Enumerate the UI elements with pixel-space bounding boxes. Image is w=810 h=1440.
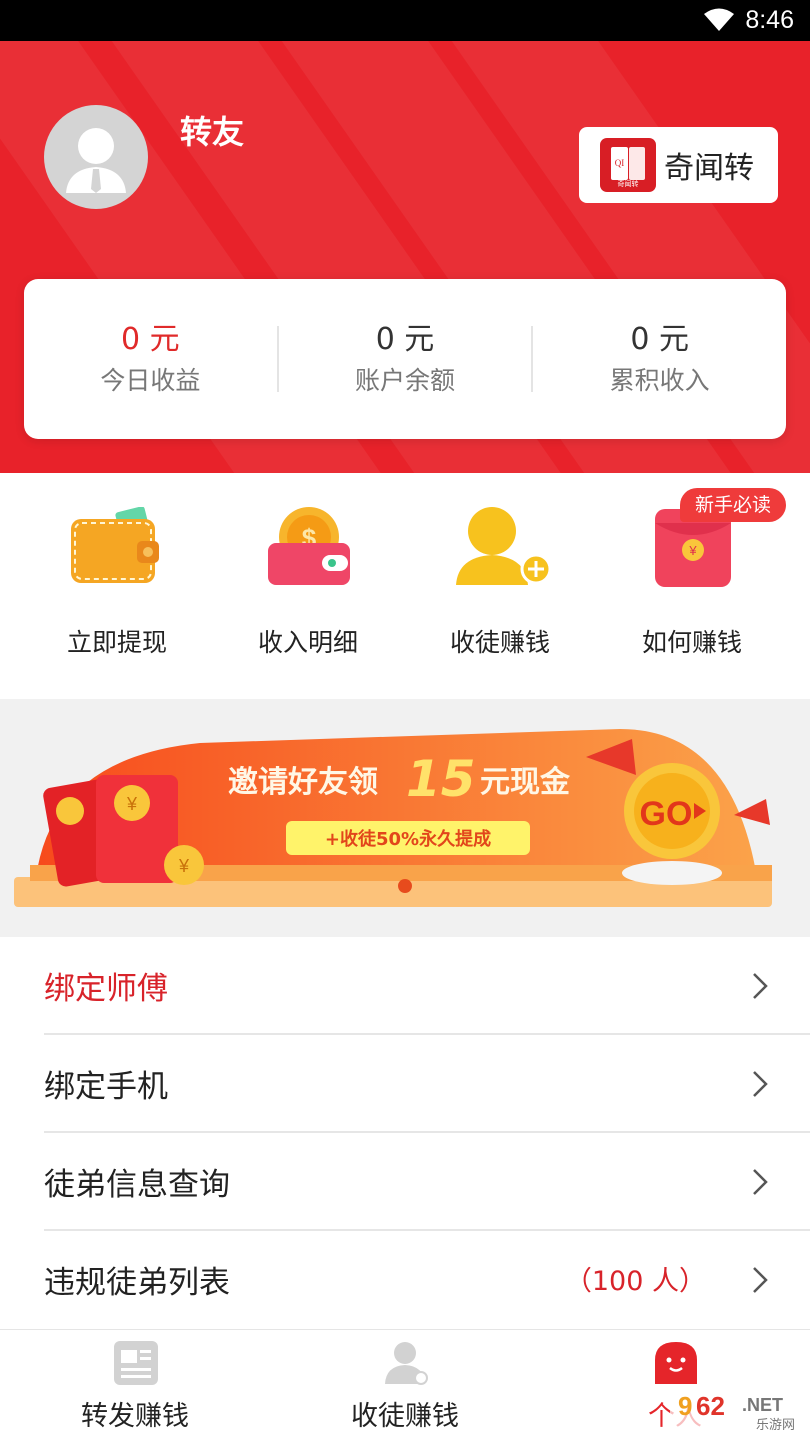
invite-promo-banner[interactable]: ¥ ¥ 邀请好友领 15 元现金 +收徒50%永久提成 GO — [0, 699, 810, 937]
news-icon — [114, 1341, 158, 1385]
svg-text:GO: GO — [640, 795, 693, 833]
watermark-logo: 9 62 .NET 乐游网 — [670, 1389, 805, 1433]
svg-text:9: 9 — [678, 1391, 692, 1421]
ghost-icon — [655, 1342, 697, 1384]
menu-bind-phone[interactable]: 绑定手机 — [0, 1035, 810, 1133]
chevron-right-icon — [753, 1071, 768, 1097]
stat-total-income[interactable]: 0 元 累积收入 — [533, 318, 786, 400]
carousel-indicator[interactable] — [398, 879, 412, 893]
newbie-badge: 新手必读 — [680, 488, 786, 522]
chevron-right-icon — [753, 1267, 768, 1293]
tab-share-earn[interactable]: 转发赚钱 — [0, 1330, 270, 1440]
banner-headline: 邀请好友领 — [228, 765, 378, 800]
quick-item-recruit[interactable]: 收徒赚钱 — [400, 473, 600, 699]
violation-count: （100 人） — [564, 1266, 706, 1297]
wifi-icon — [704, 8, 734, 31]
go-coin-button[interactable]: GO — [622, 763, 722, 885]
svg-text:¥: ¥ — [688, 543, 697, 558]
stat-today-earnings[interactable]: 0 元 今日收益 — [24, 318, 277, 400]
avatar[interactable] — [44, 105, 148, 209]
banner-headline-suffix: 元现金 — [480, 765, 571, 800]
add-user-icon — [456, 507, 552, 585]
svg-text:乐游网: 乐游网 — [756, 1418, 795, 1433]
earnings-summary-card: 0 元 今日收益 0 元 账户余额 0 元 累积收入 — [24, 279, 786, 439]
menu-bind-master[interactable]: 绑定师傅 — [0, 937, 810, 1035]
quick-menu: 立即提现 $ 收入明细 收徒赚钱 ¥ 如何赚钱 新手必读 — [0, 473, 810, 699]
banner-amount: 15 — [406, 750, 476, 808]
svg-text:.NET: .NET — [742, 1395, 783, 1415]
brand-app-button[interactable]: QI 奇闻转 奇闻转 — [579, 127, 778, 203]
username: 转友 — [180, 113, 245, 151]
tab-recruit-earn[interactable]: 收徒赚钱 — [270, 1330, 540, 1440]
brand-name: 奇闻转 — [664, 151, 754, 186]
promo-banner-carousel[interactable]: ¥ ¥ 邀请好友领 15 元现金 +收徒50%永久提成 GO — [0, 699, 810, 937]
wallet-icon — [71, 507, 159, 583]
user-icon — [385, 1342, 428, 1385]
chevron-right-icon — [753, 973, 768, 999]
stat-account-balance[interactable]: 0 元 账户余额 — [279, 318, 532, 400]
settings-list: 绑定师傅 绑定手机 徒弟信息查询 违规徒弟列表 （100 人） — [0, 937, 810, 1329]
svg-text:¥: ¥ — [178, 856, 190, 876]
chevron-right-icon — [753, 1169, 768, 1195]
banner-subline: +收徒50%永久提成 — [325, 828, 491, 850]
svg-text:¥: ¥ — [126, 794, 138, 814]
menu-violation-list[interactable]: 违规徒弟列表 （100 人） — [0, 1231, 810, 1329]
status-bar: 8:46 — [0, 0, 810, 41]
default-user-icon — [66, 128, 126, 193]
quick-item-withdraw[interactable]: 立即提现 — [17, 473, 217, 699]
coin-wallet-icon: $ — [268, 507, 350, 585]
quick-item-income-detail[interactable]: $ 收入明细 — [208, 473, 408, 699]
menu-apprentice-info[interactable]: 徒弟信息查询 — [0, 1133, 810, 1231]
brand-logo-icon: QI 奇闻转 — [600, 138, 656, 192]
svg-text:62: 62 — [696, 1391, 725, 1421]
status-time: 8:46 — [745, 6, 794, 34]
